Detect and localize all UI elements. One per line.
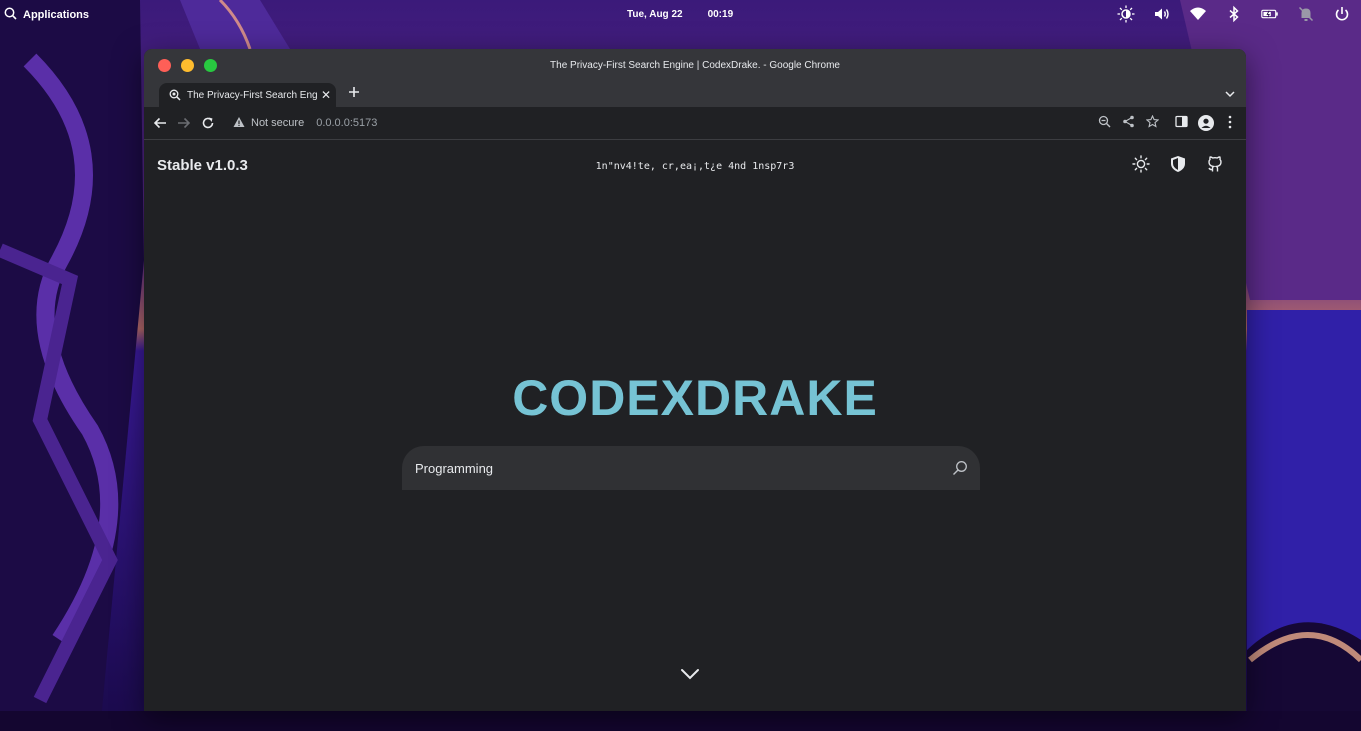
tab-search-button[interactable] [1224, 87, 1236, 105]
new-tab-button[interactable] [348, 85, 360, 103]
search-icon [4, 7, 17, 23]
applications-menu[interactable]: Applications [4, 7, 89, 23]
night-light-icon[interactable] [1117, 5, 1135, 23]
browser-window: The Privacy-First Search Engine | CodexD… [144, 49, 1246, 711]
tab-close-icon[interactable]: ✕ [321, 88, 331, 102]
tab-label: The Privacy-First Search Engine | CodexD… [187, 89, 317, 101]
codexdrake-logo: CODEXDRAKE [512, 370, 878, 426]
panel-time: 00:19 [707, 9, 734, 20]
share-icon[interactable] [1122, 115, 1135, 128]
tagline: 1n"nv4!te, cr,ea¡,t¿e 4nd 1nsp7r3 [595, 161, 795, 172]
privacy-shield-icon[interactable] [1169, 155, 1187, 173]
browser-toolbar: Not secure 0.0.0.0:5173 [144, 107, 1246, 140]
wifi-icon[interactable] [1189, 5, 1207, 23]
theme-toggle-sun-icon[interactable] [1132, 155, 1150, 173]
volume-icon[interactable] [1153, 5, 1171, 23]
bluetooth-icon[interactable] [1225, 5, 1243, 23]
notifications-off-icon[interactable] [1297, 5, 1315, 23]
page-content: Stable v1.0.3 1n"nv4!te, cr,ea¡,t¿e 4nd … [144, 140, 1246, 711]
tab-codexdrake[interactable]: The Privacy-First Search Engine | CodexD… [159, 83, 336, 107]
profile-avatar[interactable] [1198, 115, 1214, 131]
github-icon[interactable] [1206, 155, 1224, 173]
warning-icon[interactable] [233, 116, 245, 131]
search-input[interactable] [402, 459, 952, 477]
bookmark-star-icon[interactable] [1146, 115, 1159, 128]
back-button[interactable] [152, 115, 168, 131]
tab-favicon-icon [169, 89, 181, 101]
security-status[interactable]: Not secure [251, 117, 304, 129]
page-header-actions [1132, 155, 1224, 173]
panel-date: Tue, Aug 22 [627, 9, 683, 20]
search-bar[interactable] [402, 446, 980, 490]
search-submit-icon[interactable] [952, 460, 968, 476]
browser-menu-icon[interactable] [1226, 115, 1234, 129]
battery-icon[interactable] [1261, 5, 1279, 23]
forward-button[interactable] [176, 115, 192, 131]
url-text[interactable]: 0.0.0.0:5173 [316, 117, 377, 129]
system-tray [1117, 5, 1351, 23]
side-panel-icon[interactable] [1175, 115, 1188, 128]
title-bar[interactable]: The Privacy-First Search Engine | CodexD… [144, 49, 1246, 107]
applications-label: Applications [23, 9, 90, 21]
address-bar[interactable]: Not secure 0.0.0.0:5173 [227, 111, 1147, 135]
scroll-down-chevron-icon[interactable] [680, 667, 700, 685]
power-icon[interactable] [1333, 5, 1351, 23]
reload-button[interactable] [200, 115, 216, 131]
window-title: The Privacy-First Search Engine | CodexD… [550, 60, 840, 71]
clock[interactable]: Tue, Aug 22 00:19 [627, 9, 733, 20]
top-panel: Applications Tue, Aug 22 00:19 [0, 0, 1361, 30]
zoom-icon[interactable] [1098, 115, 1111, 128]
